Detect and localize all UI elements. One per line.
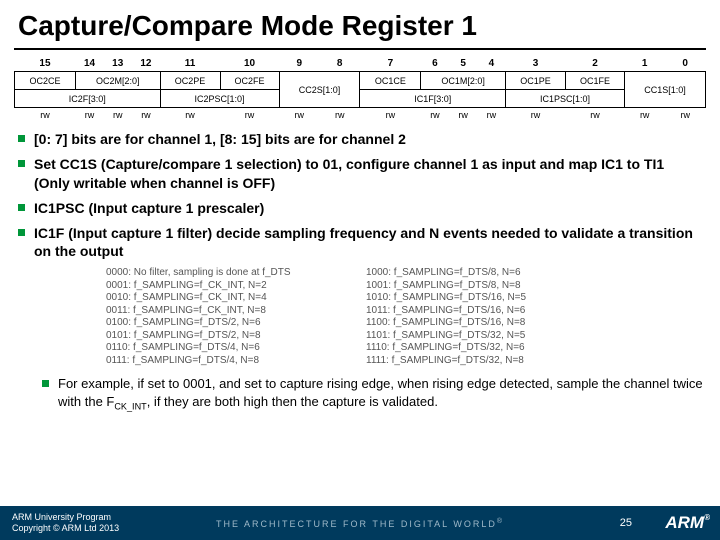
- page-number: 25: [620, 517, 632, 529]
- list-item: IC1F (Input capture 1 filter) decide sam…: [18, 224, 702, 262]
- list-item: Set CC1S (Capture/compare 1 selection) t…: [18, 155, 702, 193]
- list-item: For example, if set to 0001, and set to …: [42, 375, 720, 412]
- page-title: Capture/Compare Mode Register 1: [0, 0, 720, 48]
- copyright: ARM University Program Copyright © ARM L…: [12, 512, 119, 534]
- list-item: [0: 7] bits are for channel 1, [8: 15] b…: [18, 130, 702, 149]
- filter-table: 0000: No filter, sampling is done at f_D…: [100, 267, 620, 367]
- tagline: THE ARCHITECTURE FOR THE DIGITAL WORLD®: [216, 518, 504, 529]
- list-item: IC1PSC (Input capture 1 prescaler): [18, 199, 702, 218]
- title-rule: [14, 48, 706, 50]
- register-diagram: 15141312 111098 7654 3210 OC2CEOC2M[2:0]…: [14, 56, 706, 122]
- arm-logo: ARM®: [665, 513, 710, 533]
- footer-bar: ARM University Program Copyright © ARM L…: [0, 506, 720, 540]
- example-list: For example, if set to 0001, and set to …: [0, 371, 720, 412]
- bullet-list: [0: 7] bits are for channel 1, [8: 15] b…: [0, 130, 720, 261]
